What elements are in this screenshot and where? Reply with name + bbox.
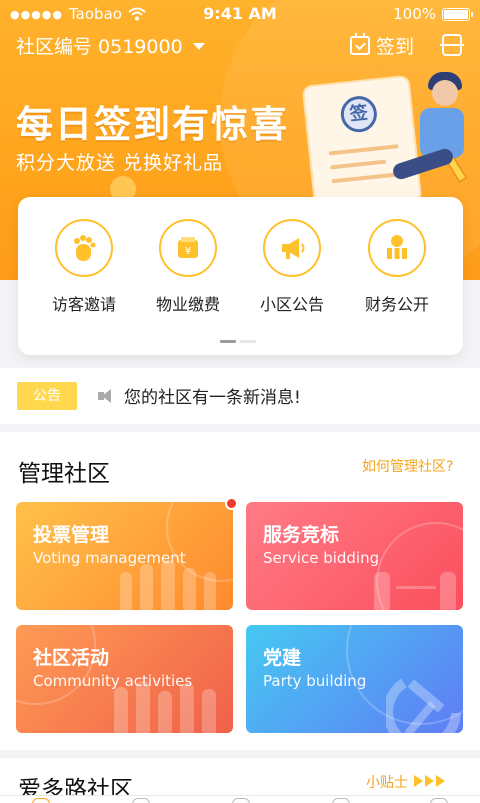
page-indicator[interactable] <box>220 340 256 343</box>
status-bar: ●●●●● Taobao 9:41 AM 100% <box>0 0 480 28</box>
notification-badge <box>225 497 238 510</box>
hammer-sickle-icon <box>386 678 461 733</box>
tile-subtitle: Voting management <box>33 549 186 567</box>
arrow-right-icon <box>414 775 424 787</box>
document-illustration: 签 <box>301 74 423 214</box>
people-silhouette <box>204 572 216 610</box>
arrow-right-icon <box>436 775 446 787</box>
banner-title[interactable]: 每日签到有惊喜 <box>16 94 289 148</box>
tab-home-icon[interactable] <box>32 798 50 803</box>
paper-line <box>328 144 399 156</box>
menu-label: 小区公告 <box>259 295 324 314</box>
tile-decoration <box>166 502 233 582</box>
tab-icon[interactable] <box>430 798 448 803</box>
people-silhouette <box>161 560 175 610</box>
speaker-icon <box>98 389 114 403</box>
rope-silhouette <box>396 586 436 589</box>
tab-bar <box>0 795 480 803</box>
tile-activities[interactable]: 社区活动 Community activities <box>16 625 233 733</box>
arrow-right-icon <box>425 775 435 787</box>
section-title: 管理社区 <box>18 461 110 487</box>
footprint-icon <box>55 219 113 277</box>
svg-text:¥: ¥ <box>185 246 191 257</box>
menu-item-announcement[interactable]: 小区公告 <box>242 219 342 315</box>
people-silhouette <box>140 564 153 610</box>
people-silhouette <box>374 572 390 610</box>
tile-title: 服务竞标 <box>263 524 340 546</box>
tips-link[interactable]: 小贴士 <box>366 772 446 792</box>
tile-title: 投票管理 <box>33 524 110 546</box>
people-silhouette <box>180 683 194 733</box>
tile-subtitle: Community activities <box>33 672 193 690</box>
notice-text: 您的社区有一条新消息! <box>124 388 301 408</box>
menu-label: 物业缴费 <box>155 295 220 314</box>
tile-voting[interactable]: 投票管理 Voting management <box>16 502 233 610</box>
people-silhouette <box>183 568 196 610</box>
tile-title: 党建 <box>263 647 302 669</box>
checkin-button[interactable]: 签到 <box>350 32 414 59</box>
battery-percent: 100% <box>393 5 436 23</box>
person-head <box>432 80 458 106</box>
battery-icon <box>442 7 473 21</box>
menu-label: 财务公开 <box>364 295 429 314</box>
tab-icon[interactable] <box>232 798 250 803</box>
notice-bar[interactable]: 公告 您的社区有一条新消息! <box>0 368 480 424</box>
page-dot-active <box>220 340 236 343</box>
menu-label: 访客邀请 <box>51 295 116 314</box>
paper-line <box>331 172 398 184</box>
people-silhouette <box>114 687 128 733</box>
menu-item-finance[interactable]: 财务公开 <box>347 219 447 315</box>
community-selector[interactable]: 社区编号 0519000 <box>16 32 205 59</box>
checkin-illustration: 签 <box>300 66 480 214</box>
tile-title: 社区活动 <box>33 647 110 669</box>
people-silhouette <box>202 689 216 733</box>
notice-tag: 公告 <box>17 382 77 410</box>
tile-subtitle: Service bidding <box>263 549 380 567</box>
tile-party[interactable]: 党建 Party building <box>246 625 463 733</box>
tips-label: 小贴士 <box>366 775 408 791</box>
wallet-icon: ¥ <box>159 219 217 277</box>
chevron-down-icon <box>192 43 205 50</box>
top-nav: 社区编号 0519000 签到 <box>0 28 480 64</box>
people-silhouette <box>120 572 132 610</box>
tab-icon[interactable] <box>132 798 150 803</box>
calendar-check-icon <box>350 33 370 55</box>
scan-icon[interactable] <box>440 34 464 56</box>
how-to-manage-link[interactable]: 如何管理社区? <box>362 456 453 476</box>
menu-item-fees[interactable]: ¥ 物业缴费 <box>138 219 238 315</box>
tile-subtitle: Party building <box>263 672 367 690</box>
tab-icon[interactable] <box>332 798 350 803</box>
menu-item-visitor[interactable]: 访客邀请 <box>34 219 134 315</box>
community-label: 社区编号 0519000 <box>16 36 183 58</box>
checkin-label: 签到 <box>376 36 415 58</box>
quick-menu-card: 访客邀请 ¥ 物业缴费 小区公告 财务公开 <box>18 197 463 355</box>
seal-stamp: 签 <box>339 94 379 134</box>
status-right: 100% <box>393 5 473 23</box>
tile-bidding[interactable]: 服务竞标 Service bidding <box>246 502 463 610</box>
banner-subtitle: 积分大放送 兑换好礼品 <box>16 152 224 174</box>
page-dot <box>240 340 256 343</box>
coins-icon <box>368 219 426 277</box>
paper-line <box>330 159 387 170</box>
people-silhouette <box>440 572 456 610</box>
manage-section: 管理社区 如何管理社区? 投票管理 Voting management 服务竞标… <box>0 432 480 750</box>
people-silhouette <box>158 691 172 733</box>
megaphone-icon <box>263 219 321 277</box>
